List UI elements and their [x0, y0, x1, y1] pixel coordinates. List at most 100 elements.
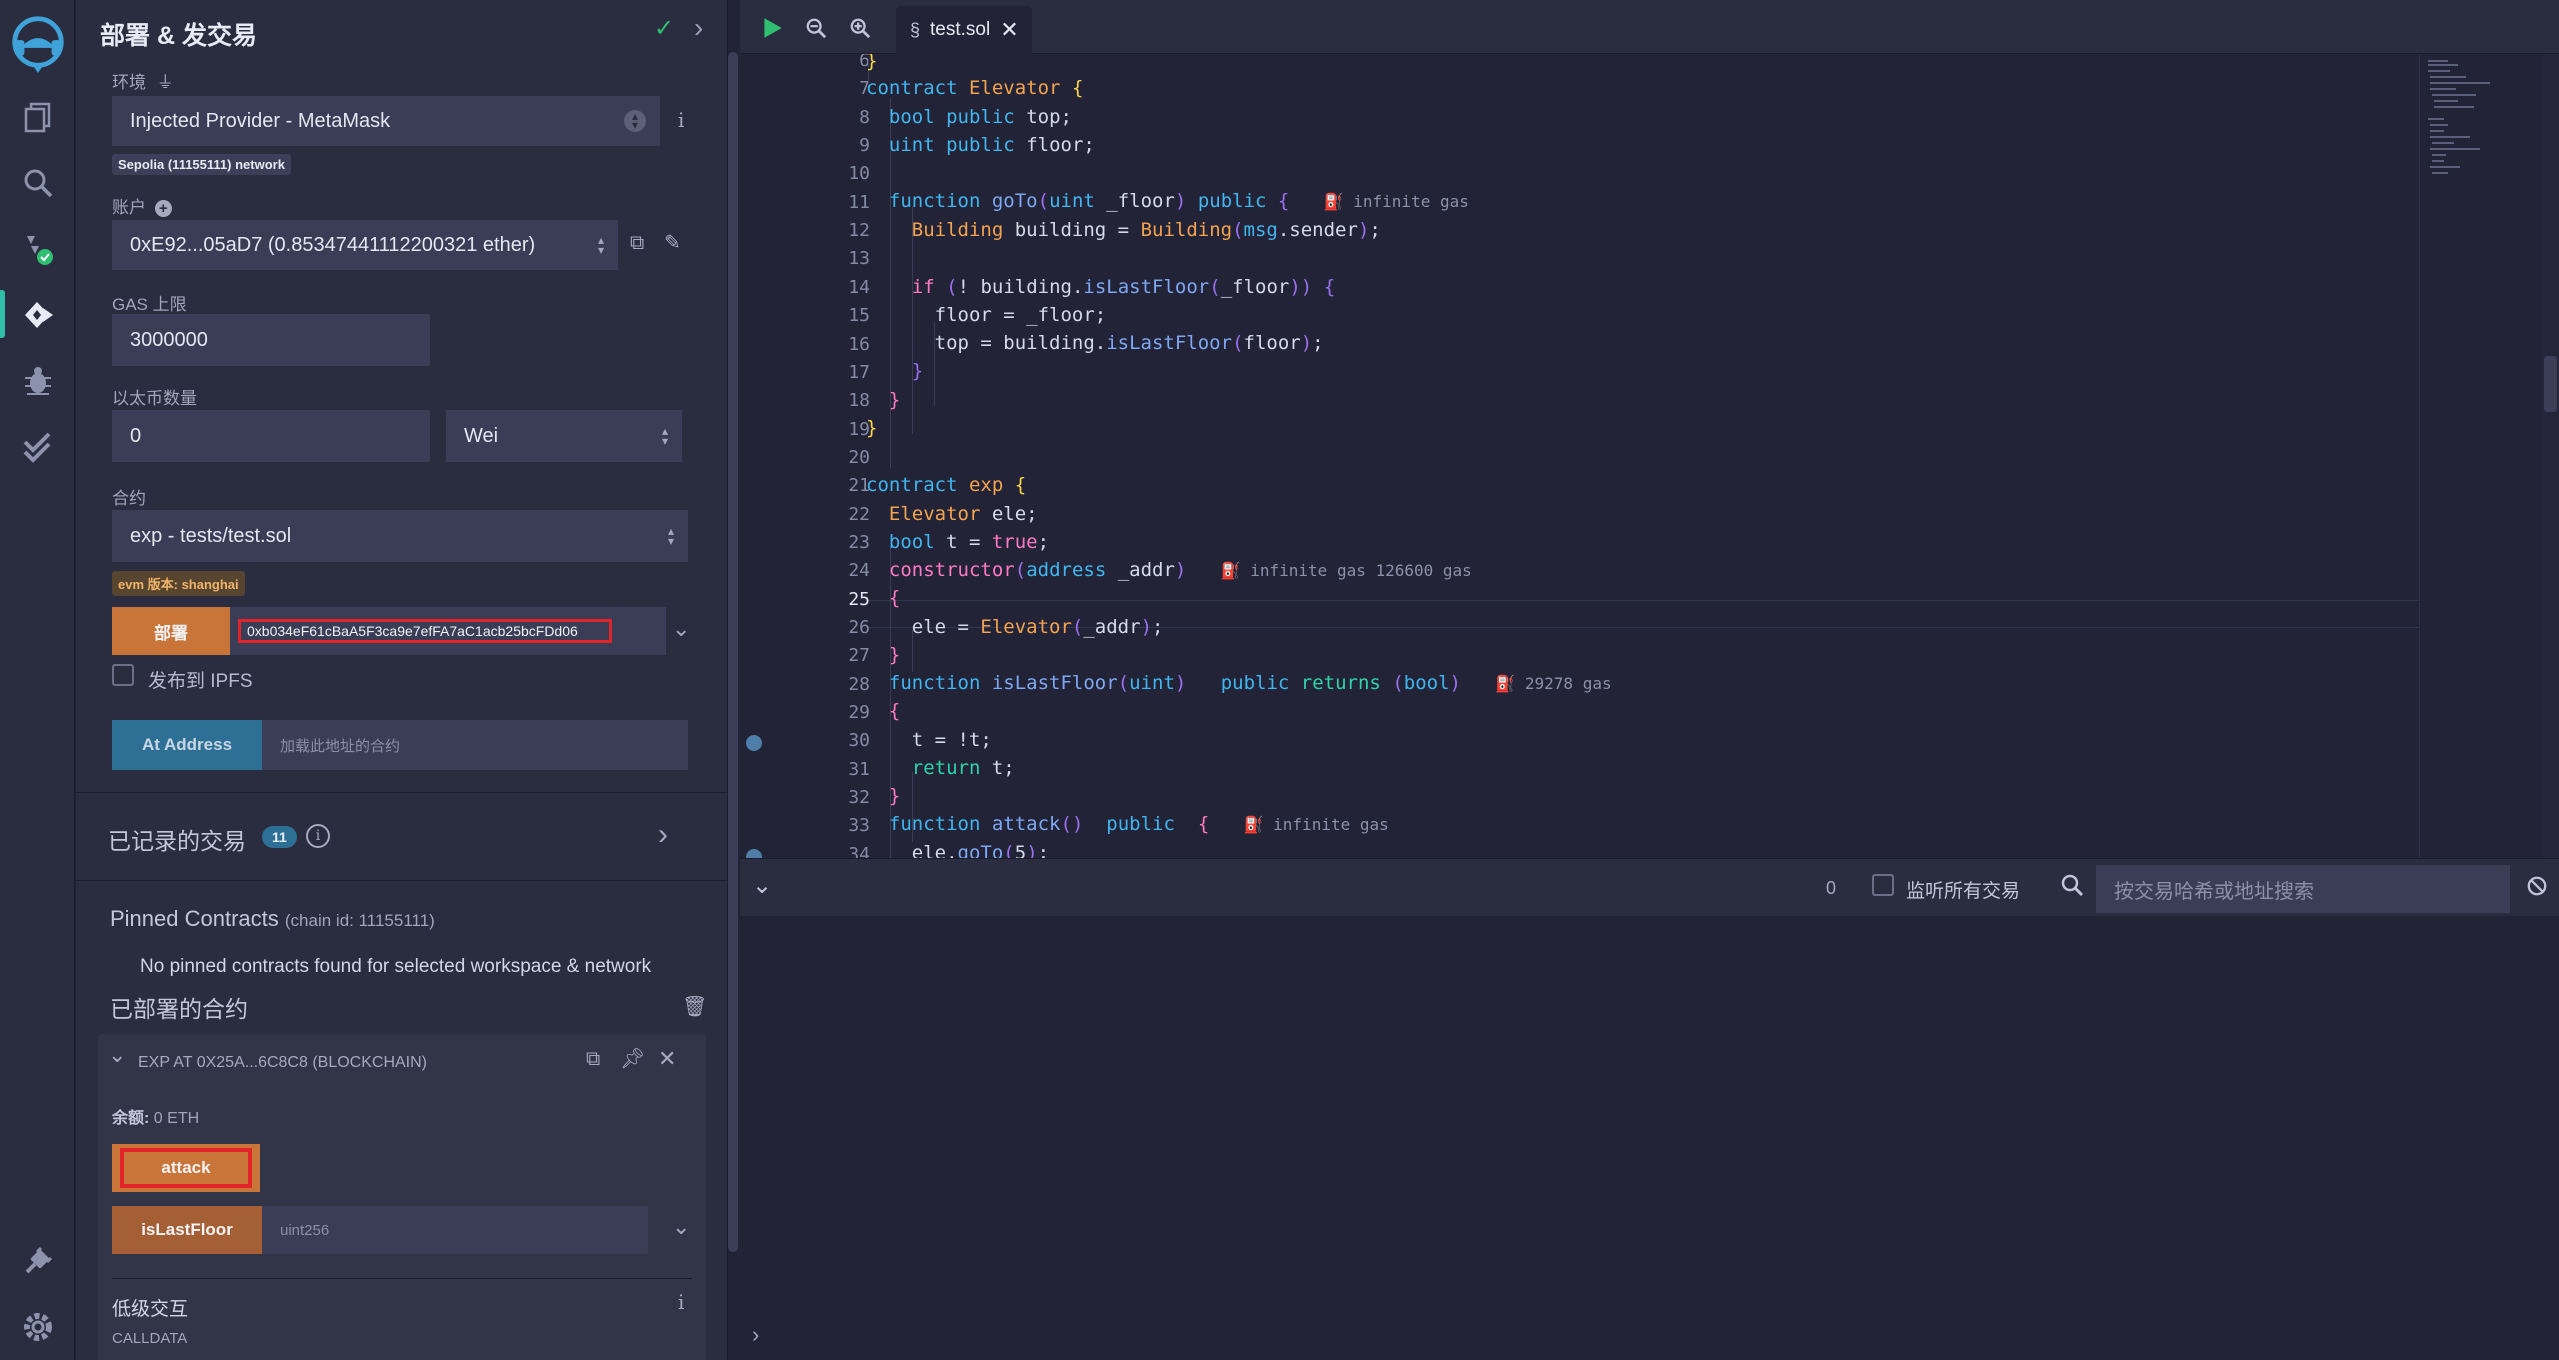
breakpoint-marker[interactable] [746, 849, 762, 858]
listen-all-checkbox[interactable] [1872, 874, 1894, 896]
debugger-icon[interactable] [13, 356, 63, 406]
panel-scrollbar[interactable] [728, 52, 738, 1252]
clear-console-icon[interactable] [2526, 875, 2550, 899]
plugin-manager-icon[interactable] [13, 1236, 63, 1286]
copy-icon[interactable]: ⧉ [586, 1048, 600, 1071]
deploy-button[interactable]: 部署 [112, 607, 230, 655]
value-unit-select[interactable]: Wei ▴ ▾ [446, 410, 682, 462]
zoom-out-icon[interactable] [800, 12, 832, 44]
line-number: 28 [848, 673, 870, 695]
islastfloor-input[interactable]: uint256 [262, 1206, 648, 1254]
code-line: contract Elevator { [866, 77, 1084, 99]
search-icon[interactable] [2060, 873, 2088, 901]
unit-testing-icon[interactable] [13, 422, 63, 472]
line-number: 7 [859, 78, 870, 100]
account-select[interactable]: 0xE92...05aD7 (0.85347441112200321 ether… [112, 220, 618, 270]
pin-icon[interactable]: 📌︎ [620, 1046, 645, 1071]
code-line: bool public top; [888, 106, 1072, 128]
deploy-run-panel: 部署 & 发交易 ✓ › 环境 ⏚ Injected Provider - Me… [76, 0, 728, 1360]
line-number: 9 [859, 135, 870, 157]
code-line: ele = Elevator(_addr); [866, 616, 1164, 638]
line-number: 31 [848, 758, 870, 780]
editor-scrollbar[interactable] [2542, 54, 2559, 858]
publish-ipfs-label: 发布到 IPFS [148, 671, 253, 692]
attack-button[interactable]: attack [112, 1144, 260, 1192]
chevron-down-icon[interactable]: ⌄ [672, 1214, 690, 1240]
code-line: bool t = true; [888, 531, 1050, 553]
code-line: Building building = Building(msg.sender)… [911, 219, 1381, 241]
close-icon[interactable]: ✕ [658, 1046, 676, 1072]
zoom-in-icon[interactable] [844, 12, 876, 44]
code-line: floor = _floor; [866, 304, 1107, 326]
divider [112, 1278, 692, 1279]
file-explorer-icon[interactable] [13, 92, 63, 142]
line-number: 16 [848, 333, 870, 355]
search-icon[interactable] [13, 158, 63, 208]
gas-limit-label: GAS 上限 [112, 295, 187, 314]
minimap[interactable] [2419, 54, 2539, 858]
islastfloor-button[interactable]: isLastFloor [112, 1206, 262, 1254]
terminal-search-input[interactable]: 按交易哈希或地址搜索 [2096, 865, 2510, 913]
close-tab-icon[interactable]: ✕ [1000, 17, 1018, 43]
pending-tx-count: 0 [1826, 878, 1837, 898]
account-label: 账户 + [112, 193, 172, 218]
divider [76, 792, 727, 793]
value-label: 以太币数量 [112, 389, 197, 408]
terminal-prompt-icon: › [752, 1322, 760, 1347]
code-line: } [866, 54, 878, 72]
breakpoint-marker[interactable] [746, 735, 762, 751]
line-number: 14 [848, 276, 870, 298]
terminal-output[interactable]: › [740, 916, 2559, 1360]
code-line: } [888, 785, 901, 807]
environment-select[interactable]: Injected Provider - MetaMask ▴ ▾ [112, 96, 660, 146]
contract-select[interactable]: exp - tests/test.sol ▴ ▾ [112, 510, 688, 562]
editor-toolbar: § test.sol ✕ [740, 0, 2559, 54]
line-number: 19 [848, 418, 870, 440]
at-address-button[interactable]: At Address [112, 720, 262, 770]
edit-icon[interactable]: ✎ [664, 230, 681, 255]
code-line: top = building.isLastFloor(floor); [866, 332, 1324, 354]
line-number: 10 [848, 163, 870, 185]
settings-icon[interactable] [13, 1302, 63, 1352]
instance-title[interactable]: EXP AT 0X25A...6C8C8 (BLOCKCHAIN) [138, 1054, 427, 1072]
at-address-input[interactable]: 加载此地址的合约 [262, 720, 688, 770]
publish-ipfs-checkbox[interactable] [112, 664, 134, 686]
calldata-label: CALLDATA [112, 1330, 188, 1347]
code-editor[interactable]: 6 7 8 9 10 11 12 13 14 15 16 17 18 19 20 21 22 23 24 25 26 27… [740, 54, 2559, 858]
gas-limit-input[interactable]: 3000000 [112, 314, 430, 366]
select-arrows-icon: ▴ ▾ [661, 424, 668, 448]
chevron-right-icon[interactable]: › [658, 818, 668, 852]
copy-icon[interactable]: ⧉ [630, 232, 644, 255]
plug-icon: ⏚ [156, 73, 174, 92]
info-icon[interactable]: i [678, 108, 684, 132]
chevron-right-icon[interactable]: › [694, 12, 703, 44]
deploy-arg-value: 0xb034eF61cBaA5F3ca9e7efFA7aC1acb25bcFDd… [238, 619, 612, 643]
tab-test-sol[interactable]: § test.sol ✕ [896, 6, 1032, 54]
info-icon[interactable]: i [306, 824, 330, 848]
chevron-down-icon[interactable]: ⌄ [672, 616, 690, 642]
deploy-args-input[interactable]: 0xb034eF61cBaA5F3ca9e7efFA7aC1acb25bcFDd… [230, 607, 666, 655]
line-number: 33 [848, 815, 870, 837]
value-input[interactable]: 0 [112, 410, 430, 462]
panel-title: 部署 & 发交易 [100, 22, 257, 50]
chevron-down-icon[interactable]: ⌄ [108, 1042, 126, 1068]
deploy-run-icon[interactable] [13, 290, 63, 340]
trash-icon[interactable]: 🗑 [682, 994, 707, 1019]
line-number: 29 [848, 702, 870, 724]
code-line: } [911, 360, 924, 382]
collapse-terminal-icon[interactable]: ⌄ [752, 871, 772, 900]
remix-logo-icon[interactable] [6, 10, 70, 74]
info-icon[interactable]: i [678, 1290, 684, 1314]
plus-circle-icon[interactable]: + [154, 200, 172, 217]
network-badge: Sepolia (11155111) network [112, 154, 291, 175]
code-line: } [888, 389, 901, 411]
line-number: 13 [848, 248, 870, 270]
solidity-compiler-icon[interactable] [13, 224, 63, 274]
environment-label: 环境 ⏚ [112, 73, 174, 92]
code-line: { [888, 700, 901, 722]
code-line: } [888, 644, 901, 666]
deployed-contract-instance: ⌄ EXP AT 0X25A...6C8C8 (BLOCKCHAIN) ⧉ 📌︎… [98, 1034, 706, 1360]
listen-all-label: 监听所有交易 [1906, 881, 2021, 902]
run-icon[interactable] [756, 12, 788, 44]
line-number: 21 [848, 475, 870, 497]
